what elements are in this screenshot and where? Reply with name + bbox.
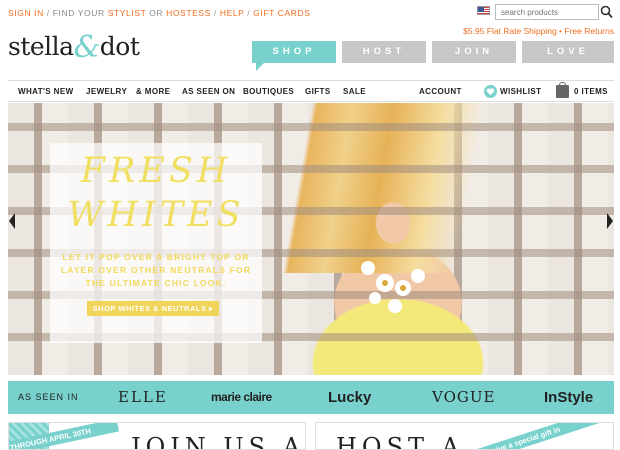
find-your-text: FIND YOUR bbox=[52, 8, 108, 18]
main-nav: WHAT'S NEW JEWELRY & MORE AS SEEN ON BOU… bbox=[8, 80, 614, 102]
wishlist-link[interactable]: WISHLIST bbox=[500, 87, 541, 96]
nav-as-seen-on[interactable]: AS SEEN ON bbox=[182, 87, 235, 96]
headline-whites: WHITES bbox=[67, 195, 245, 235]
stella-dot-logo[interactable]: stella&dot bbox=[8, 30, 140, 65]
nav-boutiques[interactable]: BOUTIQUES bbox=[243, 87, 294, 96]
arrow-left-icon[interactable] bbox=[9, 213, 15, 229]
join-promo-card[interactable]: THROUGH APRIL 30TH JOIN US AS bbox=[8, 422, 306, 450]
nav-whats-new[interactable]: WHAT'S NEW bbox=[18, 87, 74, 96]
search-input[interactable] bbox=[495, 4, 599, 20]
shipping-notice[interactable]: $5.95 Flat Rate Shipping • Free Returns bbox=[463, 26, 614, 36]
tab-join[interactable]: JOIN bbox=[432, 41, 516, 63]
promo-panel: FRESH WHITES LET IT POP OVER A BRIGHT TO… bbox=[50, 143, 262, 343]
nav-sale[interactable]: SALE bbox=[343, 87, 366, 96]
nav-and-more[interactable]: & MORE bbox=[136, 87, 170, 96]
logo-part-2: dot bbox=[99, 32, 140, 61]
hero-body-text: LET IT POP OVER A BRIGHT TOP OR LAYER OV… bbox=[60, 252, 252, 288]
separator: / bbox=[210, 8, 220, 18]
search-icon[interactable] bbox=[599, 4, 614, 20]
nav-jewelry[interactable]: JEWELRY bbox=[86, 87, 127, 96]
tab-shop[interactable]: SHOP bbox=[252, 41, 336, 71]
necklace-image bbox=[361, 261, 425, 313]
join-title: JOIN US AS bbox=[131, 433, 306, 450]
lucky-logo[interactable]: Lucky bbox=[328, 381, 371, 414]
host-promo-card[interactable]: HOST A Receive a special gift in bbox=[315, 422, 614, 450]
account-link[interactable]: ACCOUNT bbox=[419, 87, 462, 96]
logo-part-1: stella bbox=[8, 32, 74, 61]
elle-logo[interactable]: ELLE bbox=[118, 381, 168, 414]
cart-link[interactable]: 0 ITEMS bbox=[574, 87, 608, 96]
nav-gifts[interactable]: GIFTS bbox=[305, 87, 331, 96]
as-seen-in-bar: AS SEEN IN ELLE marie claire Lucky VOGUE… bbox=[8, 381, 614, 414]
utility-links: SIGN IN / FIND YOUR STYLIST OR HOSTESS /… bbox=[8, 8, 311, 18]
as-seen-in-label: AS SEEN IN bbox=[18, 392, 79, 402]
hostess-link[interactable]: HOSTESS bbox=[166, 8, 211, 18]
arrow-right-icon[interactable] bbox=[607, 213, 613, 229]
vogue-logo[interactable]: VOGUE bbox=[432, 381, 495, 414]
gift-cards-link[interactable]: GIFT CARDS bbox=[253, 8, 310, 18]
hero-banner[interactable]: FRESH WHITES LET IT POP OVER A BRIGHT TO… bbox=[8, 103, 614, 375]
stylist-link[interactable]: STYLIST bbox=[108, 8, 147, 18]
us-flag-icon[interactable] bbox=[477, 6, 490, 15]
help-link[interactable]: HELP bbox=[220, 8, 244, 18]
headline-fresh: FRESH bbox=[80, 151, 232, 191]
instyle-logo[interactable]: InStyle bbox=[544, 381, 593, 414]
sign-in-link[interactable]: SIGN IN bbox=[8, 8, 44, 18]
host-title: HOST A bbox=[336, 433, 465, 450]
or-text: OR bbox=[146, 8, 167, 18]
heart-icon[interactable] bbox=[484, 85, 497, 98]
marie-claire-logo[interactable]: marie claire bbox=[211, 381, 272, 414]
logo-ampersand: & bbox=[73, 30, 101, 65]
tab-host[interactable]: HOST bbox=[342, 41, 426, 63]
shop-whites-button[interactable]: SHOP WHITES & NEUTRALS ▸ bbox=[87, 301, 219, 316]
separator: / bbox=[43, 8, 53, 18]
separator: / bbox=[244, 8, 254, 18]
shopping-bag-icon[interactable] bbox=[556, 82, 569, 98]
tab-love[interactable]: LOVE bbox=[522, 41, 614, 63]
host-ribbon: Receive a special gift in bbox=[467, 423, 613, 449]
